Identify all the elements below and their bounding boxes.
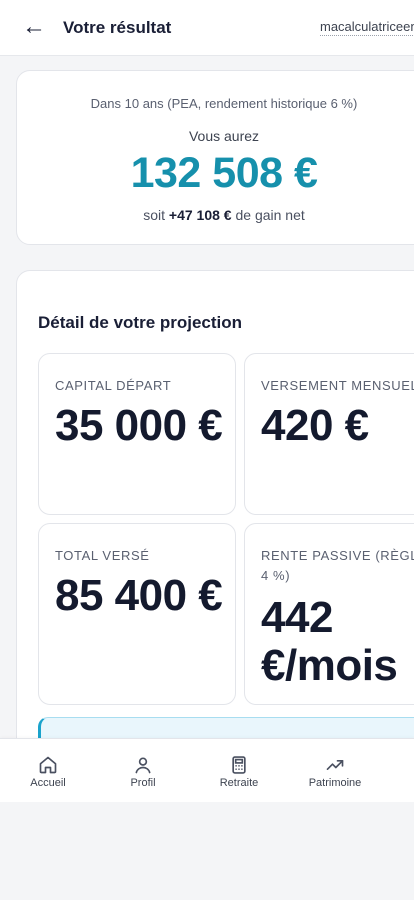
home-icon [39, 756, 57, 774]
result-subtitle: Dans 10 ans (PEA, rendement historique 6… [90, 96, 358, 111]
nav-label: Patrimoine [308, 777, 362, 789]
stat-label: VERSEMENT MENSUEL [261, 378, 414, 393]
page-title: Votre résultat [63, 18, 172, 37]
site-link[interactable]: macalculatriceenligne [320, 19, 414, 36]
nav-label: Profil [130, 777, 156, 789]
projection-title: Détail de votre projection [38, 313, 243, 332]
bottom-nav: Accueil Profil Retraite Patrimoine [0, 738, 414, 802]
projection-card: Détail de votre projection CAPITAL DÉPAR… [16, 270, 414, 802]
result-amount: 132 508 € [130, 149, 318, 197]
stat-value: 35 000 € [55, 401, 223, 450]
stat-capital-depart: CAPITAL DÉPART 35 000 € [38, 353, 236, 515]
back-arrow-icon[interactable]: ← [22, 13, 46, 41]
gain-suffix: de gain net [231, 207, 305, 223]
gain-prefix: soit [143, 207, 169, 223]
result-label: Vous aurez [188, 128, 260, 144]
stat-total-verse: TOTAL VERSÉ 85 400 € [38, 523, 236, 705]
trending-up-icon [326, 760, 344, 770]
stat-label: RENTE PASSIVE (RÈGLE 4 %) [261, 548, 414, 583]
nav-item-retraite[interactable]: Retraite [194, 739, 284, 802]
nav-item-accueil[interactable]: Accueil [3, 739, 93, 802]
nav-item-profil[interactable]: Profil [98, 739, 188, 802]
result-summary-card: Dans 10 ans (PEA, rendement historique 6… [16, 70, 414, 245]
stat-rente-passive: RENTE PASSIVE (RÈGLE 4 %) 442 €/mois [244, 523, 414, 705]
result-gain: soit +47 108 € de gain net [17, 207, 414, 223]
app-screen: ← Votre résultat macalculatriceenligne D… [0, 0, 414, 802]
stat-versement-mensuel: VERSEMENT MENSUEL 420 € [244, 353, 414, 515]
nav-label: Accueil [30, 777, 66, 789]
stat-value: 442 €/mois [261, 593, 398, 690]
stat-label: TOTAL VERSÉ [55, 548, 150, 563]
nav-item-patrimoine[interactable]: Patrimoine [290, 739, 380, 802]
stat-label: CAPITAL DÉPART [55, 378, 172, 393]
nav-label: Retraite [219, 777, 259, 789]
stat-value: 85 400 € [55, 571, 223, 620]
top-bar: ← Votre résultat macalculatriceenligne [0, 0, 414, 56]
gain-value: +47 108 € [168, 207, 232, 223]
calculator-icon [232, 756, 246, 774]
user-icon [135, 757, 151, 774]
stat-value: 420 € [261, 401, 369, 450]
